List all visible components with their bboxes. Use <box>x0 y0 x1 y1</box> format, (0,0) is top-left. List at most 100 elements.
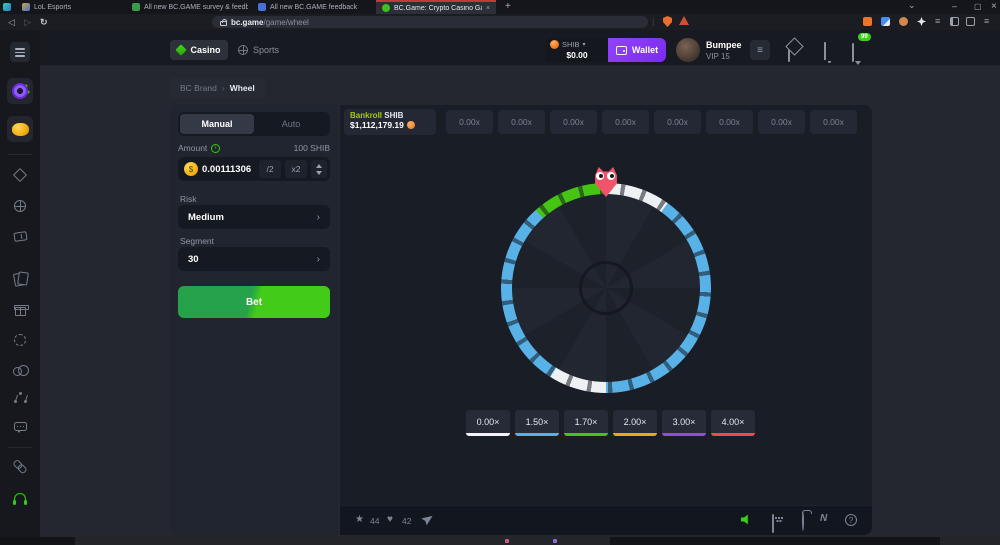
browser-menu-icon[interactable]: ≡ <box>984 16 989 26</box>
multiplier-0[interactable]: 0.00× <box>466 410 510 436</box>
info-icon[interactable]: i <box>211 144 220 153</box>
sidebar-item-sports[interactable] <box>13 199 27 213</box>
sidebar-item-vip[interactable] <box>13 391 27 405</box>
app-sidebar <box>0 30 40 537</box>
nav-casino-tab[interactable]: Casino <box>170 40 228 60</box>
help-icon[interactable]: ? <box>845 514 857 526</box>
window-close-button[interactable]: × <box>991 1 997 12</box>
mail-icon[interactable] <box>788 43 790 62</box>
sidebar-promo-coins-button[interactable] <box>7 116 33 142</box>
tab-manual[interactable]: Manual <box>180 114 254 134</box>
link-icon <box>11 457 29 475</box>
browser-tab-bar: LoL Esports All new BC.GAME survey & fee… <box>0 0 1000 14</box>
tab-favicon <box>258 3 266 11</box>
multiplier-1[interactable]: 1.50× <box>515 410 559 436</box>
history-result[interactable]: 0.00x <box>602 110 649 134</box>
balance-selector[interactable]: SHIB ▾ $0.00 <box>546 38 608 62</box>
sidebar-menu-button[interactable] <box>10 42 30 62</box>
half-button[interactable]: /2 <box>259 160 281 178</box>
amount-label: Amount <box>178 143 207 153</box>
history-result[interactable]: 0.00x <box>446 110 493 134</box>
amount-stepper[interactable] <box>311 160 327 178</box>
new-tab-button[interactable]: + <box>505 1 511 12</box>
bankroll-label: Bankroll <box>350 111 382 120</box>
like-count: 42 <box>402 516 411 526</box>
tab-lol-esports[interactable]: LoL Esports <box>16 0 122 14</box>
sidebar-item-forum[interactable] <box>13 419 27 433</box>
nav-sports-tab[interactable]: Sports <box>238 40 279 60</box>
multiplier-5[interactable]: 4.00× <box>711 410 755 436</box>
tab-close-icon[interactable]: × <box>486 5 490 12</box>
reading-list-icon[interactable]: ≡ <box>935 16 940 26</box>
tab-bcgame-feedback[interactable]: All new BC.GAME feedback <box>252 0 372 14</box>
sidebar-item-refer[interactable] <box>13 459 27 473</box>
bet-button[interactable]: Bet <box>178 286 330 318</box>
extension-icon-3[interactable] <box>899 17 908 26</box>
wallet-button[interactable]: Wallet <box>608 38 666 62</box>
multiplier-2[interactable]: 1.70× <box>564 410 608 436</box>
breadcrumb-root[interactable]: BC Brand <box>180 83 217 93</box>
list-icon: ≡ <box>757 45 763 56</box>
taskbar-app-icon[interactable] <box>553 539 557 543</box>
breadcrumb: BC Brand › Wheel <box>170 78 265 98</box>
mode-tabs: Manual Auto <box>178 112 330 136</box>
bankroll-value: $1,112,179.19 <box>350 120 404 130</box>
people-icon <box>13 364 27 376</box>
tab-auto[interactable]: Auto <box>254 114 328 134</box>
history-result[interactable]: 0.00x <box>758 110 805 134</box>
breadcrumb-sep: › <box>222 83 225 93</box>
taskbar <box>0 537 1000 545</box>
segment-select[interactable]: 30 › <box>178 247 330 271</box>
double-button[interactable]: x2 <box>285 160 307 178</box>
chat-icon[interactable] <box>852 43 854 62</box>
sidebar-promo-spin-button[interactable] <box>7 78 33 104</box>
risk-select[interactable]: Medium › <box>178 205 330 229</box>
amount-input[interactable]: $ 0.00111306 /2 x2 <box>178 157 330 181</box>
window-maximize-button[interactable]: ▢ <box>974 2 982 11</box>
sidebar-item-lottery[interactable] <box>13 229 27 243</box>
history-result[interactable]: 0.00x <box>550 110 597 134</box>
extension-icon-2[interactable] <box>881 17 890 26</box>
sidebar-item-bonus[interactable] <box>13 333 27 347</box>
dashed-circle-icon <box>14 334 26 346</box>
history-result[interactable]: 0.00x <box>706 110 753 134</box>
history-result[interactable]: 0.00x <box>810 110 857 134</box>
multiplier-4[interactable]: 3.00× <box>662 410 706 436</box>
star-icon[interactable]: ★ <box>355 514 364 525</box>
hotkeys-icon[interactable] <box>772 514 774 533</box>
quick-menu-button[interactable]: ≡ <box>750 40 770 60</box>
heart-icon[interactable]: ♥ <box>387 514 393 525</box>
wheel-center-circle <box>579 261 633 315</box>
tab-bcgame-active[interactable]: BC.Game: Crypto Casino Games & × <box>376 0 496 14</box>
window-chevron-button[interactable]: ⌄ <box>908 0 916 11</box>
bankroll-chip: Bankroll SHIB $1,112,179.19 <box>344 109 436 135</box>
shib-coin-icon <box>550 40 559 49</box>
sidepanel-icon[interactable] <box>950 17 959 26</box>
refresh-icon[interactable]: ↻ <box>40 18 48 27</box>
profile-box-icon[interactable] <box>966 17 975 26</box>
username[interactable]: Bumpee <box>706 40 742 50</box>
history-result[interactable]: 0.00x <box>654 110 701 134</box>
sidebar-item-originals[interactable] <box>13 271 27 285</box>
sidebar-item-promotions[interactable] <box>13 303 27 317</box>
sidebar-item-support[interactable] <box>13 489 27 503</box>
game-footer <box>340 505 872 535</box>
warning-extension-icon[interactable] <box>679 16 689 25</box>
extension-icon-1[interactable] <box>863 17 872 26</box>
back-icon[interactable]: ◁ <box>8 18 15 27</box>
address-field[interactable]: bc.game/game/wheel <box>212 16 648 28</box>
balance-amount: $0.00 <box>550 50 604 60</box>
sidebar-item-casino[interactable] <box>13 168 27 182</box>
avatar[interactable] <box>676 38 700 62</box>
history-result[interactable]: 0.00x <box>498 110 545 134</box>
sidebar-item-affiliate[interactable] <box>13 363 27 377</box>
chat-bubble-icon <box>14 422 27 431</box>
window-minimize-button[interactable]: – <box>952 1 957 11</box>
live-stats-icon[interactable]: N <box>820 513 827 524</box>
bell-icon[interactable] <box>824 42 826 60</box>
headphones-icon <box>14 493 26 502</box>
forward-icon[interactable]: ▷ <box>24 18 31 27</box>
multiplier-3[interactable]: 2.00× <box>613 410 657 436</box>
taskbar-app-icon[interactable] <box>505 539 509 543</box>
tab-bcgame-survey[interactable]: All new BC.GAME survey & feedback <box>126 0 248 14</box>
